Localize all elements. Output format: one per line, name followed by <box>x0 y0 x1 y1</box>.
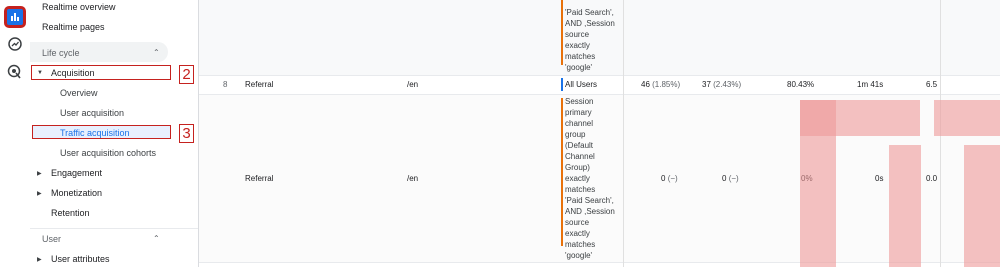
new-users-cell: 37 (2.43%) <box>702 80 742 89</box>
chevron-up-icon: ⌃ <box>153 48 160 57</box>
chevron-up-icon[interactable]: ⌃ <box>153 234 160 243</box>
sidebar-item-overview[interactable]: Overview <box>60 88 98 98</box>
page-path-cell: /en <box>407 174 419 183</box>
sidebar-item-user-acquisition[interactable]: User acquisition <box>60 108 124 118</box>
annotation-marker-3: 3 <box>179 124 194 143</box>
analytics-app: 1 Realtime overview Realtime pages Life … <box>0 0 1000 267</box>
caret-right-icon: ▶ <box>37 171 42 177</box>
avg-engagement-time-cell: 1m 41s <box>857 80 884 89</box>
sidebar-item-retention[interactable]: Retention <box>51 208 90 218</box>
sidebar-item-user-attributes[interactable]: User attributes <box>51 254 110 264</box>
sidebar-item-monetization[interactable]: Monetization <box>51 188 102 198</box>
sidebar-item-realtime-overview[interactable]: Realtime overview <box>42 2 116 12</box>
segment-condition-text: Session primary channel group (Default C… <box>565 97 615 260</box>
segment-indicator <box>561 78 563 91</box>
caret-right-icon: ▶ <box>37 257 42 263</box>
sidebar-item-user-acquisition-cohorts[interactable]: User acquisition cohorts <box>60 148 156 158</box>
truncated-metric-cell: 0.0 <box>926 174 938 183</box>
new-users-cell: 0 (−) <box>722 174 739 183</box>
sidebar-item-traffic-acquisition[interactable]: Traffic acquisition <box>60 128 130 138</box>
row-divider <box>199 262 1000 263</box>
row-divider <box>199 75 1000 76</box>
caret-down-icon: ▼ <box>37 70 43 76</box>
sidebar-item-engagement[interactable]: Engagement <box>51 168 102 178</box>
report-table: 'Paid Search', AND ,Session source exact… <box>199 0 1000 267</box>
channel-cell: Referral <box>245 80 274 89</box>
segment-condition-text: 'Paid Search', AND ,Session source exact… <box>565 8 615 72</box>
row-index: 8 <box>223 80 228 89</box>
segment-indicator <box>561 98 563 246</box>
segment-indicator <box>561 0 563 65</box>
section-label-user: User <box>42 234 62 244</box>
segment-cell: All Users <box>565 80 598 89</box>
sidebar-nav: Realtime overview Realtime pages Life cy… <box>30 0 198 267</box>
sidebar-divider <box>30 228 198 229</box>
annotation-marker-2: 2 <box>179 65 194 84</box>
users-cell: 0 (−) <box>661 174 678 183</box>
explore-icon[interactable] <box>6 35 24 53</box>
section-label-lifecycle: Life cycle <box>42 48 80 58</box>
page-path-cell: /en <box>407 80 419 89</box>
sidebar-item-realtime-pages[interactable]: Realtime pages <box>42 22 105 32</box>
icon-rail: 1 <box>0 0 47 267</box>
truncated-metric-cell: 6.5 <box>926 80 938 89</box>
caret-right-icon: ▶ <box>37 191 42 197</box>
advertising-icon[interactable] <box>6 63 24 81</box>
reports-icon[interactable] <box>5 7 25 27</box>
sidebar-item-acquisition[interactable]: Acquisition <box>51 68 95 78</box>
avg-engagement-time-cell: 0s <box>875 174 884 183</box>
engagement-rate-cell: 80.43% <box>787 80 815 89</box>
column-divider <box>623 0 624 267</box>
channel-cell: Referral <box>245 174 274 183</box>
users-cell: 46 (1.85%) <box>641 80 681 89</box>
